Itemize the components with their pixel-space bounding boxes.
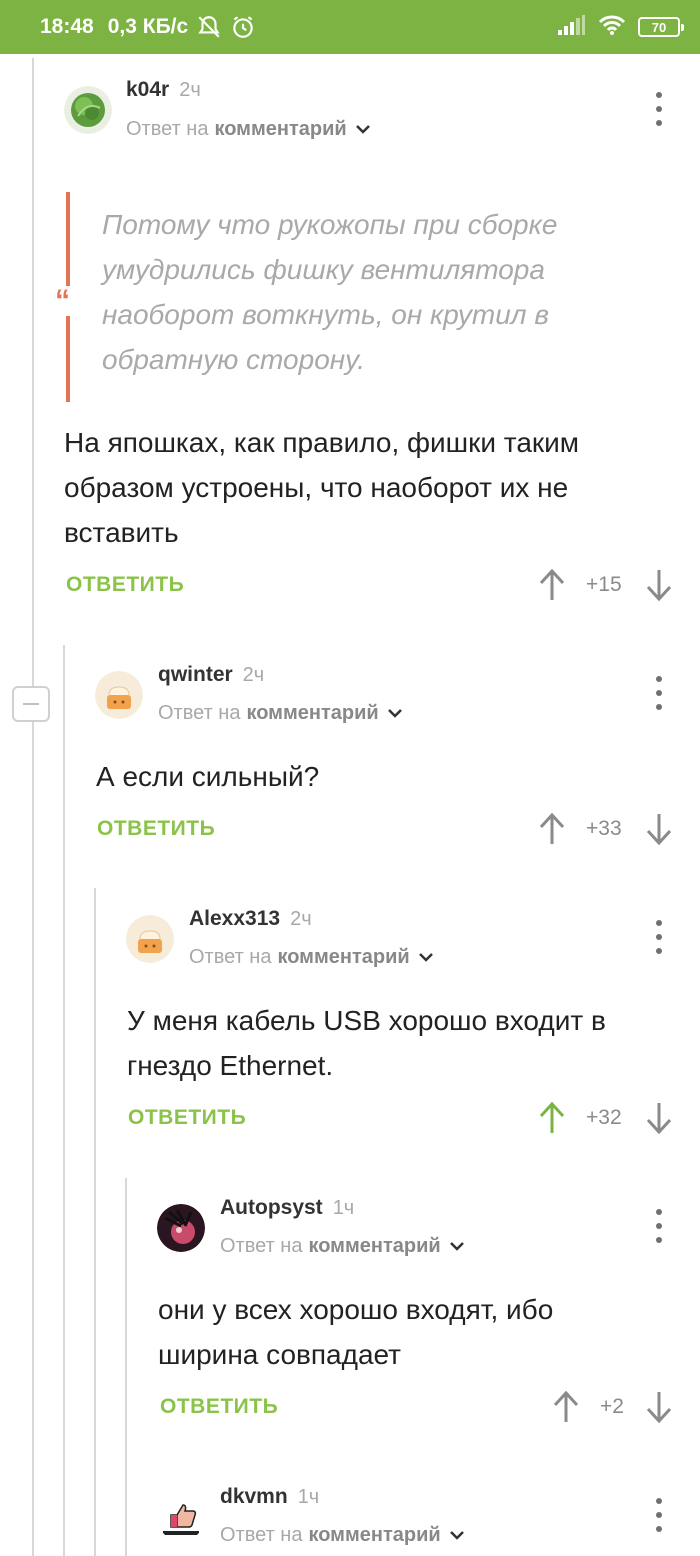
- quote-icon: “: [55, 284, 70, 317]
- reply-button[interactable]: ОТВЕТИТЬ: [97, 817, 215, 841]
- chevron-down-icon: [449, 1524, 465, 1547]
- alarm-icon: [230, 14, 256, 40]
- timestamp: 2ч: [179, 79, 201, 101]
- upvote-icon[interactable]: [538, 812, 566, 846]
- reply-to-link[interactable]: Ответ на комментарий: [126, 118, 371, 141]
- comment-text: На япошках, как правило, фишки таким обр…: [64, 427, 580, 548]
- chevron-down-icon: [387, 702, 403, 725]
- reply-to-target: комментарий: [246, 702, 379, 724]
- more-options-icon[interactable]: [649, 920, 669, 954]
- more-options-icon[interactable]: [649, 92, 669, 126]
- battery-icon: 70: [638, 17, 684, 37]
- reply-button[interactable]: ОТВЕТИТЬ: [160, 1395, 278, 1419]
- avatar[interactable]: [157, 1493, 205, 1541]
- reply-to-link[interactable]: Ответ на комментарий: [158, 702, 403, 725]
- reply-to-link[interactable]: Ответ на комментарий: [220, 1524, 465, 1547]
- downvote-icon[interactable]: [645, 812, 673, 846]
- avatar[interactable]: [126, 915, 174, 963]
- thread-line: [63, 645, 65, 1556]
- username[interactable]: qwinter 2ч: [158, 663, 264, 687]
- downvote-icon[interactable]: [645, 568, 673, 602]
- downvote-icon[interactable]: [645, 1101, 673, 1135]
- more-options-icon[interactable]: [649, 1498, 669, 1532]
- username[interactable]: k04r 2ч: [126, 78, 201, 102]
- thread-line: [125, 1178, 127, 1556]
- username-text: Alexx313: [189, 907, 281, 930]
- username[interactable]: Autopsyst 1ч: [220, 1196, 354, 1220]
- thread-line: [32, 58, 34, 1556]
- downvote-icon[interactable]: [645, 1390, 673, 1424]
- reply-to-label: Ответ на: [158, 702, 241, 724]
- avatar[interactable]: [95, 671, 143, 719]
- timestamp: 2ч: [242, 664, 265, 686]
- username-text: Autopsyst: [220, 1196, 323, 1219]
- wifi-icon: [598, 14, 626, 41]
- minus-icon: [23, 703, 39, 705]
- notifications-muted-icon: [196, 14, 222, 40]
- comment-text: они у всех хорошо входят, ибо ширина сов…: [158, 1294, 554, 1370]
- score: +2: [600, 1395, 624, 1418]
- username-text: k04r: [126, 78, 170, 101]
- more-options-icon[interactable]: [649, 676, 669, 710]
- username-text: dkvmn: [220, 1485, 288, 1508]
- status-time: 18:48: [40, 15, 94, 38]
- timestamp: 1ч: [297, 1486, 320, 1508]
- more-options-icon[interactable]: [649, 1209, 669, 1243]
- collapse-thread-button[interactable]: [12, 686, 50, 722]
- quoted-text: Потому что рукожопы при сборке умудрилис…: [102, 209, 558, 375]
- reply-to-target: комментарий: [308, 1524, 441, 1546]
- chevron-down-icon: [418, 946, 434, 969]
- reply-to-target: комментарий: [277, 946, 410, 968]
- status-bar: 18:48 0,3 КБ/с 70: [0, 0, 700, 54]
- reply-to-link[interactable]: Ответ на комментарий: [189, 946, 434, 969]
- score: +15: [586, 573, 622, 596]
- score: +32: [586, 1106, 622, 1129]
- reply-to-target: комментарий: [308, 1235, 441, 1257]
- chevron-down-icon: [449, 1235, 465, 1258]
- reply-to-label: Ответ на: [126, 118, 209, 140]
- username[interactable]: dkvmn 1ч: [220, 1485, 319, 1509]
- thread-line: [94, 888, 96, 1556]
- network-speed: 0,3 КБ/с: [107, 15, 189, 38]
- reply-button[interactable]: ОТВЕТИТЬ: [128, 1106, 246, 1130]
- reply-to-target: комментарий: [214, 118, 347, 140]
- signal-icon: [556, 14, 586, 41]
- comment-text: А если сильный?: [96, 761, 320, 792]
- reply-to-label: Ответ на: [189, 946, 272, 968]
- timestamp: 2ч: [290, 908, 312, 930]
- username-text: qwinter: [158, 663, 233, 686]
- upvote-icon[interactable]: [538, 568, 566, 602]
- chevron-down-icon: [355, 118, 371, 141]
- username[interactable]: Alexx313 2ч: [189, 907, 312, 931]
- upvote-icon[interactable]: [552, 1390, 580, 1424]
- timestamp: 1ч: [332, 1197, 355, 1219]
- upvote-icon-active[interactable]: [538, 1101, 566, 1135]
- comment-text: У меня кабель USB хорошо входит в гнездо…: [127, 1005, 606, 1081]
- avatar[interactable]: [64, 86, 112, 134]
- avatar[interactable]: [157, 1204, 205, 1252]
- score: +33: [586, 817, 622, 840]
- reply-button[interactable]: ОТВЕТИТЬ: [66, 573, 184, 597]
- reply-to-link[interactable]: Ответ на комментарий: [220, 1235, 465, 1258]
- reply-to-label: Ответ на: [220, 1235, 303, 1257]
- reply-to-label: Ответ на: [220, 1524, 303, 1546]
